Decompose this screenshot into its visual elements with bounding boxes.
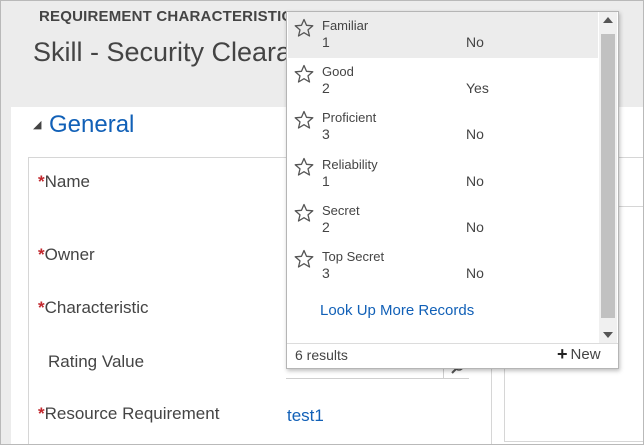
resource-requirement-field-label: *Resource Requirement	[38, 404, 219, 424]
result-flag: No	[466, 219, 484, 235]
characteristic-label-text: Characteristic	[44, 298, 149, 317]
required-marker: *	[38, 245, 45, 264]
lookup-result-item[interactable]: Familiar 1 No	[288, 12, 598, 58]
star-outline-icon	[294, 110, 314, 129]
look-up-more-records-link[interactable]: Look Up More Records	[320, 302, 474, 319]
new-record-button[interactable]: + New	[557, 345, 601, 363]
result-name: Reliability	[322, 157, 378, 172]
name-label-text: Name	[44, 172, 90, 191]
result-value: 2	[322, 80, 330, 96]
result-name: Proficient	[322, 110, 377, 125]
collapse-section-icon[interactable]: ◢	[33, 118, 41, 131]
dropdown-scrollbar[interactable]	[599, 12, 617, 343]
result-flag: No	[466, 265, 484, 281]
scroll-down-arrow-icon[interactable]	[599, 327, 617, 343]
section-title-general[interactable]: General	[49, 111, 134, 139]
plus-icon: +	[557, 344, 568, 364]
result-flag: No	[466, 126, 484, 142]
result-flag: No	[466, 34, 484, 50]
star-outline-icon	[294, 18, 314, 37]
required-marker: *	[38, 298, 45, 317]
name-field-label: *Name	[38, 172, 90, 192]
owner-field-label: *Owner	[38, 245, 95, 265]
lookup-result-item[interactable]: Proficient 3 No	[288, 104, 598, 150]
star-outline-icon	[294, 157, 314, 176]
lookup-result-item[interactable]: Top Secret 3 No	[288, 243, 598, 289]
form-window: REQUIREMENT CHARACTERISTIC - INFORMATION…	[0, 0, 644, 445]
star-outline-icon	[294, 249, 314, 268]
lookup-results-dropdown: Familiar 1 No Good 2 Yes Proficient 3 No…	[286, 11, 619, 369]
lookup-result-item[interactable]: Good 2 Yes	[288, 58, 598, 104]
dropdown-footer-divider	[287, 343, 618, 344]
star-outline-icon	[294, 64, 314, 83]
result-flag: No	[466, 173, 484, 189]
result-value: 3	[322, 265, 330, 281]
result-name: Good	[322, 64, 354, 79]
star-outline-icon	[294, 203, 314, 222]
required-marker: *	[38, 172, 45, 191]
result-value: 3	[322, 126, 330, 142]
resource-requirement-link[interactable]: test1	[287, 406, 324, 426]
scrollbar-thumb[interactable]	[601, 34, 615, 318]
results-count: 6 results	[295, 347, 348, 363]
resource-requirement-label-text: Resource Requirement	[44, 404, 220, 423]
scroll-up-arrow-icon[interactable]	[599, 12, 617, 28]
lookup-result-item[interactable]: Secret 2 No	[288, 197, 598, 243]
required-marker: *	[38, 404, 45, 423]
owner-label-text: Owner	[44, 245, 95, 264]
result-name: Top Secret	[322, 249, 385, 264]
result-flag: Yes	[466, 80, 489, 96]
characteristic-field-label: *Characteristic	[38, 298, 149, 318]
result-name: Familiar	[322, 18, 369, 33]
lookup-result-item[interactable]: Reliability 1 No	[288, 151, 598, 197]
rating-value-field-label: Rating Value	[48, 352, 145, 371]
result-value: 2	[322, 219, 330, 235]
new-button-label: New	[570, 345, 601, 363]
result-name: Secret	[322, 203, 360, 218]
result-value: 1	[322, 173, 330, 189]
result-value: 1	[322, 34, 330, 50]
